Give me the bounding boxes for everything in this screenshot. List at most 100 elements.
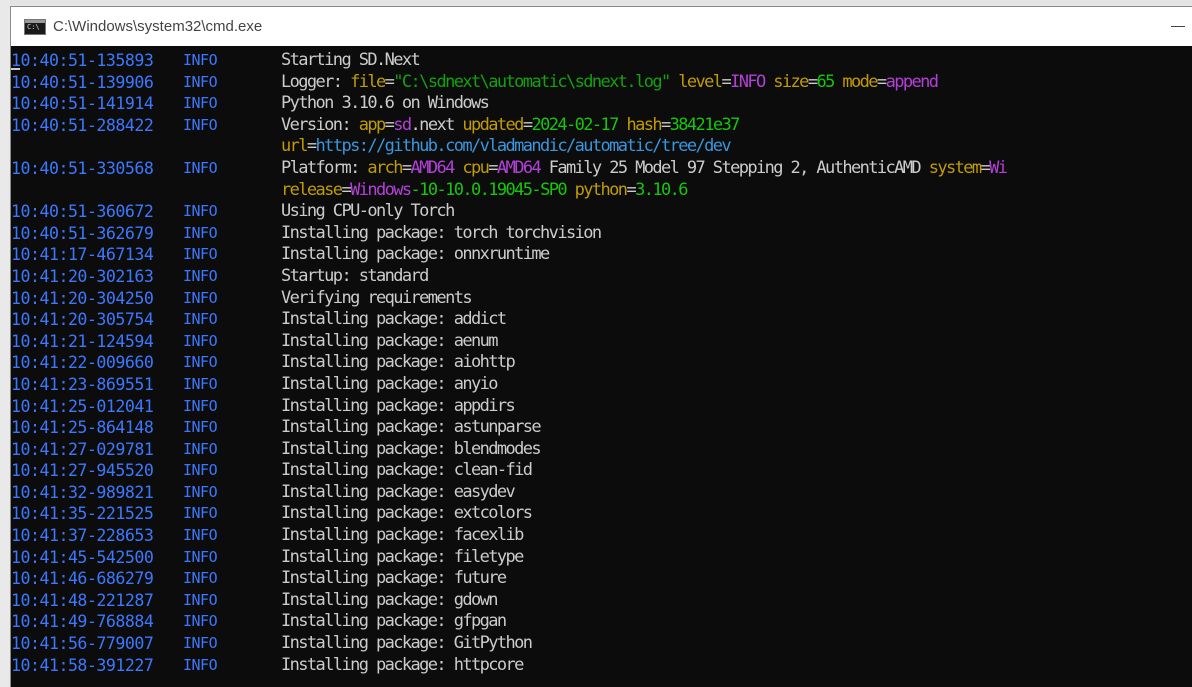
console-line: 10:40:51-360672 INFO Using CPU-only Torch (11, 201, 1192, 223)
log-level: INFO (183, 223, 218, 242)
log-level: INFO (183, 396, 218, 415)
log-level: INFO (183, 288, 218, 307)
title-bar[interactable]: C:\ C:\Windows\system32\cmd.exe (11, 7, 1192, 46)
log-message: Logger: file="C:\sdnext\automatic\sdnext… (281, 71, 939, 92)
log-message: Installing package: gdown (281, 589, 498, 610)
text-cursor (11, 67, 20, 70)
log-level: INFO (183, 526, 218, 545)
console-line: 10:41:20-305754 INFO Installing package: a… (11, 309, 1192, 331)
console-line: 10:41:58-391227 INFO Installing package: h… (11, 655, 1192, 677)
log-timestamp: 10:41:25-012041 (11, 396, 154, 416)
console-line: 10:41:45-542500 INFO Installing package: f… (11, 547, 1192, 569)
log-message: Installing package: anyio (281, 373, 498, 394)
log-timestamp: 10:40:51-288422 (11, 115, 154, 135)
console-line: 10:41:27-945520 INFO Installing package: c… (11, 460, 1192, 482)
console-line: release=Windows-10-10.0.19045-SP0 python… (11, 180, 1192, 202)
console-line: 10:40:51-139906 INFO Logger: file="C:\sdne… (11, 72, 1192, 94)
console-line: 10:41:48-221287 INFO Installing package: g… (11, 590, 1192, 612)
console-output[interactable]: 10:40:51-135893 INFO Starting SD.Next 10:40… (11, 46, 1192, 676)
log-level: INFO (183, 418, 218, 437)
console-line: 10:41:46-686279 INFO Installing package: f… (11, 568, 1192, 590)
log-timestamp: 10:41:45-542500 (11, 547, 154, 567)
console-line: 10:41:49-768884 INFO Installing package: g… (11, 611, 1192, 633)
log-message: Installing package: appdirs (281, 395, 516, 416)
log-message: Version: app=sd.next updated=2024-02-17 … (281, 114, 740, 135)
log-message: Installing package: easydev (281, 481, 516, 502)
console-line: 10:40:51-141914 INFO Python 3.10.6 on Wind… (11, 93, 1192, 115)
log-level: INFO (183, 655, 218, 674)
log-message: Verifying requirements (281, 287, 473, 308)
console-line: 10:40:51-288422 INFO Version: app=sd.next … (11, 115, 1192, 137)
log-level: INFO (183, 504, 218, 523)
screen: C:\ C:\Windows\system32\cmd.exe 10:40:51… (0, 0, 1192, 687)
console-line: 10:41:22-009660 INFO Installing package: a… (11, 352, 1192, 374)
log-timestamp: 10:40:51-141914 (11, 94, 154, 114)
log-timestamp: 10:40:51-360672 (11, 202, 154, 222)
log-level: INFO (183, 439, 218, 458)
console-line: 10:41:37-228653 INFO Installing package: f… (11, 525, 1192, 547)
log-level: INFO (183, 634, 218, 653)
console-line: url=https://github.com/vladmandic/automa… (11, 136, 1192, 158)
log-level: INFO (183, 461, 218, 480)
log-message: Installing package: clean-fid (281, 460, 533, 481)
console-line: 10:41:17-467134 INFO Installing package: o… (11, 244, 1192, 266)
log-message: Installing package: filetype (281, 546, 524, 567)
console-line: 10:41:27-029781 INFO Installing package: b… (11, 439, 1192, 461)
log-timestamp: 10:41:27-029781 (11, 439, 154, 459)
log-message: Installing package: gfpgan (281, 611, 507, 632)
log-timestamp: 10:40:51-362679 (11, 223, 154, 243)
log-message: Installing package: aenum (281, 330, 498, 351)
log-level: INFO (183, 51, 218, 69)
log-level: INFO (183, 310, 218, 329)
console-line: 10:40:51-135893 INFO Starting SD.Next (11, 50, 1192, 72)
cmd-icon-label: C:\ (27, 22, 40, 31)
cmd-window[interactable]: C:\ C:\Windows\system32\cmd.exe 10:40:51… (10, 6, 1192, 687)
log-timestamp: 10:41:35-221525 (11, 504, 154, 524)
log-level: INFO (183, 590, 218, 609)
log-level: INFO (183, 245, 218, 264)
log-message: Installing package: torch torchvision (281, 222, 602, 243)
console-line: 10:41:23-869551 INFO Installing package: a… (11, 374, 1192, 396)
log-message: Installing package: extcolors (281, 503, 533, 524)
log-timestamp: 10:41:20-304250 (11, 288, 154, 308)
log-message: Installing package: future (281, 568, 507, 589)
log-message: Platform: arch=AMD64 cpu=AMD64 Family 25… (281, 157, 1008, 178)
log-level: INFO (183, 115, 218, 134)
log-level: INFO (183, 72, 218, 91)
log-message: Installing package: facexlib (281, 525, 524, 546)
console-line: 10:41:21-124594 INFO Installing package: a… (11, 331, 1192, 353)
log-timestamp: 10:40:51-330568 (11, 158, 154, 178)
log-message: Installing package: addict (281, 309, 507, 330)
console-line: 10:41:25-012041 INFO Installing package: a… (11, 396, 1192, 418)
log-timestamp: 10:41:32-989821 (11, 482, 154, 502)
console-line: 10:41:20-302163 INFO Startup: standard (11, 266, 1192, 288)
cmd-icon[interactable]: C:\ (24, 18, 46, 35)
log-message: url=https://github.com/vladmandic/automa… (281, 136, 732, 157)
console-line: 10:41:56-779007 INFO Installing package: G… (11, 633, 1192, 655)
log-level: INFO (183, 266, 218, 285)
log-timestamp: 10:41:17-467134 (11, 245, 154, 265)
log-timestamp: 10:41:20-305754 (11, 310, 154, 330)
log-message: Startup: standard (281, 265, 429, 286)
log-timestamp: 10:41:56-779007 (11, 634, 154, 654)
log-message: Installing package: GitPython (281, 633, 533, 654)
log-timestamp: 10:41:23-869551 (11, 374, 154, 394)
log-message: Starting SD.Next (281, 50, 421, 70)
log-message: Installing package: aiohttp (281, 352, 516, 373)
console-line: 10:40:51-330568 INFO Platform: arch=AMD64 … (11, 158, 1192, 180)
log-timestamp: 10:41:58-391227 (11, 655, 154, 675)
window-title: C:\Windows\system32\cmd.exe (53, 18, 263, 35)
log-timestamp: 10:41:46-686279 (11, 569, 154, 589)
log-level: INFO (183, 94, 218, 113)
log-timestamp: 10:41:37-228653 (11, 526, 154, 546)
minimize-icon[interactable] (1171, 19, 1185, 33)
log-level: INFO (183, 612, 218, 631)
console-line: 10:41:32-989821 INFO Installing package: e… (11, 482, 1192, 504)
log-timestamp: 10:40:51-135893 (11, 51, 154, 70)
log-timestamp: 10:41:21-124594 (11, 331, 154, 351)
log-timestamp: 10:40:51-139906 (11, 72, 154, 92)
log-level: INFO (183, 202, 218, 221)
log-timestamp: 10:41:48-221287 (11, 590, 154, 610)
log-message: Installing package: blendmodes (281, 438, 542, 459)
log-message: release=Windows-10-10.0.19045-SP0 python… (281, 179, 688, 200)
